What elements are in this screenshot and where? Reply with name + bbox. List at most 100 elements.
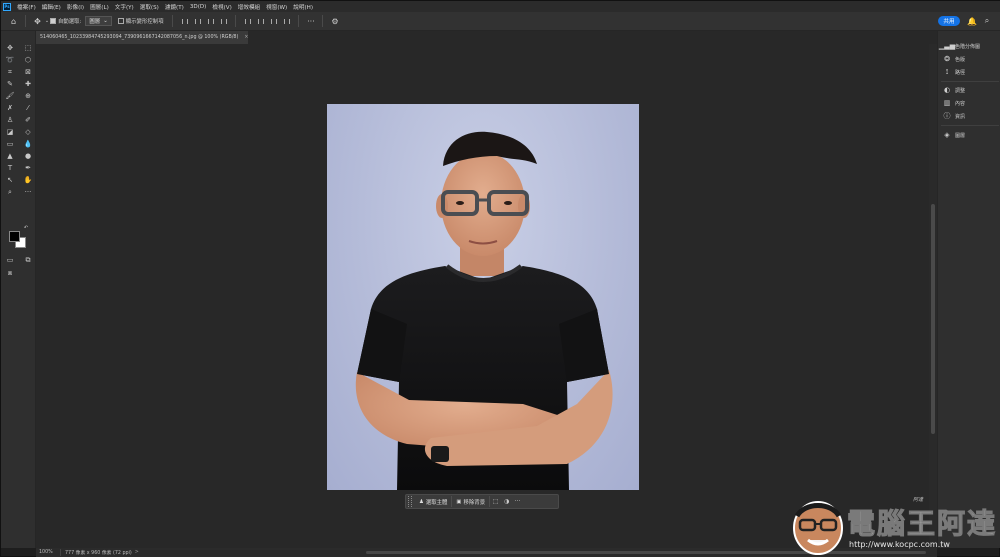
gear-icon[interactable]: ⚙ [328, 15, 341, 28]
panel-properties[interactable]: ▥ 內容 [943, 98, 965, 108]
panel-histogram[interactable]: ▁▃▅ 色階分佈圖 [939, 41, 981, 51]
divider [25, 15, 26, 27]
status-more-button[interactable]: > [135, 550, 139, 555]
frame-tool-icon[interactable]: ⊠ [22, 67, 34, 77]
history-brush-icon[interactable]: ✗ [4, 103, 16, 113]
right-panel-dock: ▁▃▅ 色階分佈圖 ❂ 色版 ⟟ 路徑 ◐ 調整 ▥ 內容 ⓘ 資訊 ◈ 圖層 [937, 31, 1000, 548]
panel-adjustments[interactable]: ◐ 調整 [943, 85, 965, 95]
object-select-icon[interactable]: ⬡ [22, 55, 34, 65]
panel-histogram-label: 色階分佈圖 [955, 43, 981, 50]
distribute-right-icon[interactable] [268, 16, 279, 27]
menu-plugins[interactable]: 增效模組 [235, 3, 263, 11]
eraser-icon[interactable]: ⁄ [22, 103, 34, 113]
transform-icon[interactable]: ⬚ [490, 496, 501, 507]
distribute-left-icon[interactable] [242, 16, 253, 27]
divider [941, 81, 999, 82]
eyedropper-icon[interactable]: ✎ [4, 79, 16, 89]
panel-layers[interactable]: ◈ 圖層 [943, 130, 965, 140]
menu-file[interactable]: 檔案(F) [14, 3, 39, 11]
menu-layer[interactable]: 圖層(L) [87, 3, 112, 11]
spot-healing-icon[interactable]: ✚ [22, 79, 34, 89]
select-subject-label: 選取主體 [425, 499, 448, 506]
type-tool-icon[interactable]: T [4, 163, 16, 173]
transform-controls-checkbox[interactable] [117, 18, 124, 24]
bell-icon[interactable]: 🔔 [966, 15, 978, 27]
layer-select-value: 圖層 [89, 19, 101, 25]
screen-mode-icon[interactable]: ⧉ [22, 255, 34, 265]
blur-icon[interactable]: 💧 [22, 139, 34, 149]
document-tab[interactable]: 514060465_10233984745293094_739096166714… [36, 31, 248, 44]
dodge-icon[interactable]: ● [22, 151, 34, 161]
move-tool-icon[interactable]: ✥ [31, 15, 44, 28]
gradient-icon[interactable]: ▭ [4, 139, 16, 149]
eraser-icon[interactable]: ◇ [22, 127, 34, 137]
menu-view[interactable]: 檢視(V) [209, 3, 234, 11]
menu-window[interactable]: 視窗(W) [263, 3, 290, 11]
hand-icon[interactable]: ✋ [22, 175, 34, 185]
menu-edit[interactable]: 編輯(E) [39, 3, 64, 11]
options-bar: ⌂ ✥ ⌄ 自動選取: 圖層 ⌄ 顯示變形控制項 ··· ⚙ 共用 🔔 ⌕ [1, 12, 1000, 31]
share-button[interactable]: 共用 [938, 16, 960, 26]
menu-type[interactable]: 文字(Y) [112, 3, 137, 11]
distribute-center-icon[interactable] [255, 16, 266, 27]
lasso-icon[interactable]: ➰ [4, 55, 16, 65]
crop-icon[interactable]: ⌗ [4, 67, 16, 77]
edit-toolbar-icon[interactable]: ⧈ [4, 268, 16, 278]
document-image[interactable] [327, 104, 639, 490]
align-horizontal-centers-icon[interactable] [192, 16, 203, 27]
quick-mask-icon[interactable]: ▭ [4, 255, 16, 265]
panel-paths-label: 路徑 [955, 69, 966, 76]
panel-paths[interactable]: ⟟ 路徑 [943, 67, 965, 77]
vertical-scrollbar[interactable] [929, 44, 937, 548]
path-select-icon[interactable]: ↖ [4, 175, 16, 185]
distribute-top-icon[interactable] [281, 16, 292, 27]
home-icon[interactable]: ⌂ [7, 15, 20, 28]
menu-3d[interactable]: 3D(D) [187, 4, 210, 10]
search-icon[interactable]: ⌕ [981, 15, 993, 27]
pencil-icon[interactable]: ✐ [22, 115, 34, 125]
move-tool-icon[interactable]: ✥ [4, 43, 16, 53]
panel-adjustments-label: 調整 [955, 87, 966, 94]
panel-properties-label: 內容 [955, 100, 966, 107]
menu-filter[interactable]: 濾鏡(T) [162, 3, 187, 11]
divider [298, 15, 300, 27]
tools-panel: ✥ ⬚ ➰ ⬡ ⌗ ⊠ ✎ ✚ 🖌 ⊕ ✗ ⁄ ♙ ✐ ◪ ◇ ▭ 💧 ▲ ● … [1, 31, 36, 548]
adjustment-icon[interactable]: ◑ [501, 496, 512, 507]
align-top-edges-icon[interactable] [218, 16, 229, 27]
divider [941, 125, 999, 126]
select-subject-button[interactable]: ♟ 選取主體 [415, 496, 453, 507]
remove-background-button[interactable]: ▣ 移除背景 [452, 496, 491, 507]
mascot-logo-icon [793, 501, 843, 555]
brush-icon[interactable]: 🖌 [4, 91, 16, 101]
divider [235, 15, 237, 27]
align-left-edges-icon[interactable] [179, 16, 190, 27]
menu-select[interactable]: 選取(S) [137, 3, 162, 11]
panel-info[interactable]: ⓘ 資訊 [943, 111, 966, 121]
drag-handle-icon[interactable] [408, 496, 412, 507]
menu-bar: Ps 檔案(F) 編輯(E) 影像(I) 圖層(L) 文字(Y) 選取(S) 濾… [1, 1, 1000, 12]
photoshop-window: Ps 檔案(F) 編輯(E) 影像(I) 圖層(L) 文字(Y) 選取(S) 濾… [0, 0, 1000, 557]
close-icon[interactable]: × [244, 35, 248, 40]
paint-bucket-icon[interactable]: ◪ [4, 127, 16, 137]
pen-tool-icon[interactable]: ✒ [22, 163, 34, 173]
auto-select-checkbox[interactable] [50, 18, 56, 24]
more-options-icon[interactable]: ··· [512, 496, 523, 507]
pen-icon[interactable]: ▲ [4, 151, 16, 161]
align-right-edges-icon[interactable] [205, 16, 216, 27]
layer-select-dropdown[interactable]: 圖層 ⌄ [85, 16, 112, 26]
zoom-icon[interactable]: ⌕ [4, 187, 16, 197]
more-options-icon[interactable]: ··· [304, 15, 317, 28]
document-tab-bar: 514060465_10233984745293094_739096166714… [36, 31, 937, 44]
panel-channels-label: 色版 [955, 56, 966, 63]
zoom-level[interactable]: 100% [36, 550, 60, 555]
more-tools-icon[interactable]: ··· [22, 187, 34, 197]
scrollbar-thumb[interactable] [931, 204, 935, 434]
clone-stamp-icon[interactable]: ⊕ [22, 91, 34, 101]
panel-channels[interactable]: ❂ 色版 [943, 54, 965, 64]
menu-help[interactable]: 說明(H) [290, 3, 316, 11]
divider [172, 15, 174, 27]
menu-image[interactable]: 影像(I) [64, 3, 87, 11]
rectangular-marquee-icon[interactable]: ⬚ [22, 43, 34, 53]
properties-icon: ▥ [943, 99, 951, 107]
stamp-icon[interactable]: ♙ [4, 115, 16, 125]
